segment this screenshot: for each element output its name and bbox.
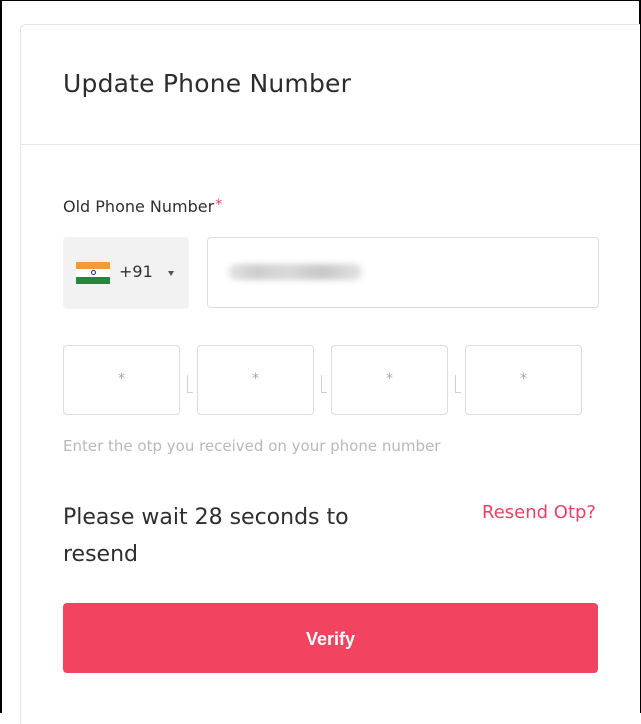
otp-separator <box>187 375 193 393</box>
country-code-select[interactable]: +91 <box>63 237 189 309</box>
old-phone-label: Old Phone Number* <box>63 197 222 216</box>
india-flag-icon <box>76 262 110 284</box>
otp-separator <box>455 375 461 393</box>
resend-countdown-text: Please wait 28 seconds to resend <box>63 505 349 567</box>
otp-digit-4[interactable]: * <box>465 345 582 415</box>
otp-digit-2-value: * <box>252 371 259 387</box>
card-header: Update Phone Number <box>21 25 640 145</box>
verify-button[interactable]: Verify <box>63 603 598 673</box>
otp-hint-text: Enter the otp you received on your phone… <box>63 437 441 455</box>
old-phone-input[interactable] <box>207 237 599 308</box>
otp-separator <box>321 375 327 393</box>
card-title: Update Phone Number <box>63 69 352 98</box>
otp-digit-3[interactable]: * <box>331 345 448 415</box>
otp-digit-1[interactable]: * <box>63 345 180 415</box>
required-marker: * <box>215 197 223 213</box>
otp-digit-2[interactable]: * <box>197 345 314 415</box>
otp-digit-3-value: * <box>386 371 393 387</box>
resend-otp-link[interactable]: Resend Otp? <box>482 502 596 523</box>
old-phone-label-text: Old Phone Number <box>63 197 215 216</box>
update-phone-card: Update Phone Number Old Phone Number* +9… <box>20 24 640 724</box>
obscured-phone-value <box>228 264 362 280</box>
otp-digit-1-value: * <box>118 371 125 387</box>
otp-digit-4-value: * <box>520 371 527 387</box>
chevron-down-icon <box>168 271 174 276</box>
dial-code: +91 <box>119 262 153 281</box>
